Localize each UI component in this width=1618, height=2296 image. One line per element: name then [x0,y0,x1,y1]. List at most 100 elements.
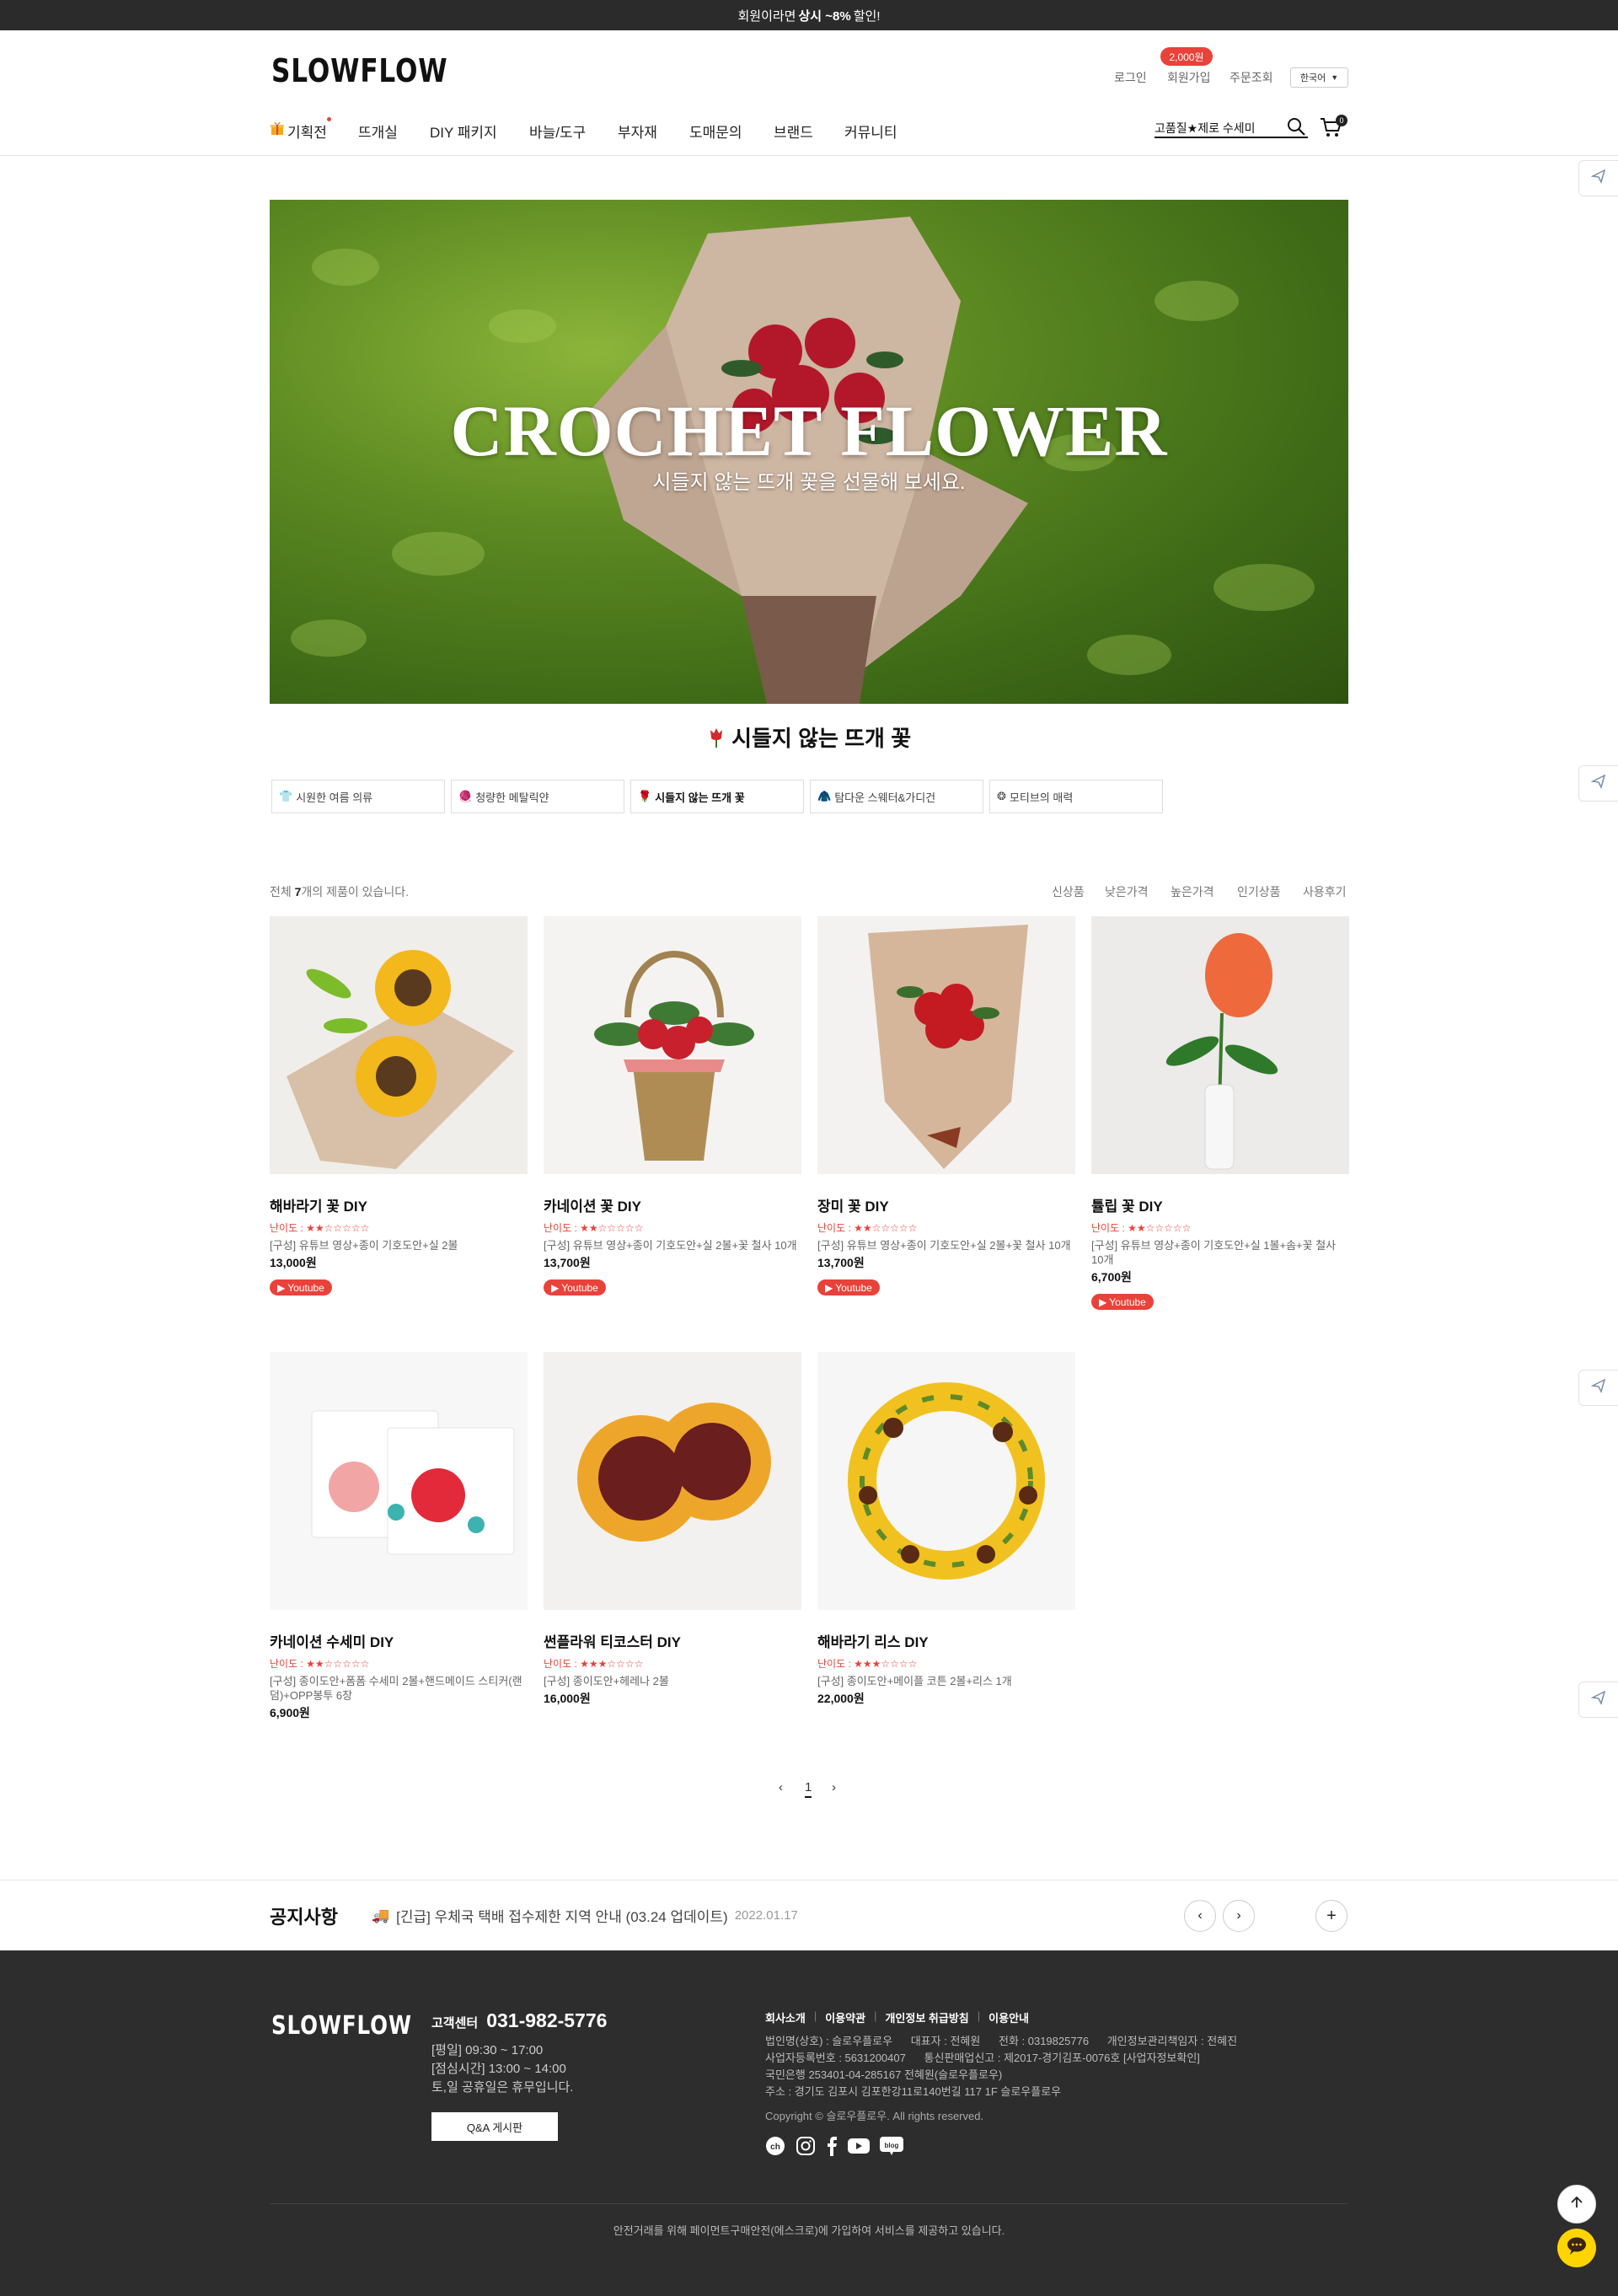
cs-phone[interactable]: 031-982-5776 [486,2009,607,2032]
product-name[interactable]: 카네이션 꽃 DIY [544,1194,801,1215]
scroll-top-button[interactable] [1557,2185,1596,2224]
product-difficulty: 난이도 : ★★☆☆☆☆☆ [1091,1222,1192,1234]
nav-item-community[interactable]: 커뮤니티 [844,121,897,142]
prev-page-icon[interactable]: ‹ [779,1780,783,1794]
shirt-icon: 👕 [279,790,293,802]
side-quick-button[interactable] [1578,765,1618,802]
nav-item-materials[interactable]: 부자재 [618,121,657,142]
section-title-text: 시들지 않는 뜨개 꽃 [731,726,912,751]
youtube-badge[interactable]: ▶ Youtube [817,1279,880,1296]
side-quick-button[interactable] [1578,160,1618,196]
channel-icon[interactable]: ch [765,2136,785,2160]
site-logo[interactable]: SLOWFLOW [271,52,447,89]
facebook-icon[interactable] [826,2136,838,2160]
hours-weekday: [평일] 09:30 ~ 17:00 [431,2043,544,2057]
product-name[interactable]: 카네이션 수세미 DIY [270,1630,528,1651]
nav-item-diy-package[interactable]: DIY 패키지 [430,121,497,142]
arrow-up-icon [1569,2195,1584,2214]
footer-link-company[interactable]: 회사소개 [765,2009,806,2025]
product-card[interactable]: 해바라기 꽃 DIY 난이도 : ★★☆☆☆☆☆ [구성] 유튜브 영상+종이 … [270,916,528,1296]
tab-label: 시들지 않는 뜨개 꽃 [655,791,745,804]
page-current[interactable]: 1 [805,1780,812,1798]
side-quick-button[interactable] [1578,1370,1618,1406]
sweater-icon: 🧥 [817,790,832,802]
chevron-left-icon: ‹ [1197,1908,1203,1923]
youtube-icon[interactable] [848,2138,870,2159]
nav-item-yarn[interactable]: 뜨개실 [358,121,398,142]
product-price: 6,900원 [270,1706,310,1719]
product-image[interactable] [1091,916,1349,1174]
search-icon[interactable] [1286,116,1306,141]
promo-topbar[interactable]: 회원이라면 상시 ~8% 할인! [0,0,1618,30]
product-name[interactable]: 해바라기 리스 DIY [817,1630,1075,1651]
tab-crochet-flower[interactable]: 🌹 시들지 않는 뜨개 꽃 [630,780,804,813]
youtube-badge[interactable]: ▶ Youtube [1091,1294,1154,1310]
product-name[interactable]: 해바라기 꽃 DIY [270,1194,528,1215]
notice-more-button[interactable]: + [1315,1900,1347,1932]
product-card[interactable]: 카네이션 수세미 DIY 난이도 : ★★☆☆☆☆☆ [구성] 종이도안+폼폼 … [270,1352,528,1721]
truck-icon: 🚚 [372,1907,390,1923]
chevron-right-icon: › [1236,1908,1241,1923]
sort-low-price[interactable]: 낮은가격 [1105,883,1149,900]
product-card[interactable]: 장미 꽃 DIY 난이도 : ★★☆☆☆☆☆ [구성] 유튜브 영상+종이 기호… [817,916,1075,1296]
tab-metallic-yarn[interactable]: 🧶 청량한 메탈릭얀 [451,780,624,813]
plane-icon [1590,1378,1606,1397]
youtube-badge[interactable]: ▶ Youtube [270,1279,332,1296]
product-name[interactable]: 썬플라워 티코스터 DIY [544,1630,801,1651]
login-link[interactable]: 로그인 [1114,69,1147,86]
notice-text[interactable]: [긴급] 우체국 택배 접수제한 지역 안내 (03.24 업데이트) [396,1905,728,1926]
header-divider [0,155,1618,156]
footer-link-guide[interactable]: 이용안내 [988,2009,1029,2025]
gift-icon [270,121,285,136]
sort-popular[interactable]: 인기상품 [1237,883,1281,900]
footer-link-terms[interactable]: 이용약관 [825,2009,865,2025]
side-quick-button[interactable] [1578,1682,1618,1718]
nav-item-wholesale[interactable]: 도매문의 [689,121,742,142]
nav-item-brand[interactable]: 브랜드 [774,121,813,142]
search-input[interactable]: 고품질★제로 수세미 [1155,115,1308,138]
notice-item[interactable]: 🚚 [긴급] 우체국 택배 접수제한 지역 안내 (03.24 업데이트) 20… [372,1905,798,1926]
product-card[interactable]: 카네이션 꽃 DIY 난이도 : ★★☆☆☆☆☆ [구성] 유튜브 영상+종이 … [544,916,801,1296]
product-name[interactable]: 튤립 꽃 DIY [1091,1194,1349,1215]
youtube-label: Youtube [287,1281,324,1294]
product-composition: [구성] 유튜브 영상+종이 기호도안+실 1볼+솜+꽃 철사 10개 [1091,1239,1337,1266]
footer-link-privacy[interactable]: 개인정보 취급방침 [885,2009,968,2025]
nav-item-needles-tools[interactable]: 바늘/도구 [529,121,586,142]
nav-item-promotion[interactable]: 기획전 [287,121,327,142]
join-link[interactable]: 회원가입 [1167,69,1211,86]
notice-next-button[interactable]: › [1223,1900,1255,1932]
qa-board-button[interactable]: Q&A 게시판 [431,2112,558,2141]
tab-motif[interactable]: ❂ 모티브의 매력 [989,780,1163,813]
notice-date: 2022.01.17 [734,1908,798,1923]
instagram-icon[interactable] [796,2136,816,2160]
count-prefix: 전체 [270,885,292,899]
product-image[interactable] [270,1352,528,1610]
notice-prev-button[interactable]: ‹ [1184,1900,1216,1932]
youtube-badge[interactable]: ▶ Youtube [544,1279,606,1296]
tab-sweater-cardigan[interactable]: 🧥 탐다운 스웨터&가디건 [810,780,983,813]
blog-icon[interactable]: blog [880,2137,903,2159]
footer-logo[interactable]: SLOWFLOW [271,2011,412,2041]
product-image[interactable] [544,1352,801,1610]
play-icon: ▶ [1099,1296,1107,1308]
sort-newest[interactable]: 신상품 [1052,883,1085,900]
promo-suffix: 할인! [853,8,881,24]
tab-summer-clothing[interactable]: 👕 시원한 여름 의류 [271,780,445,813]
kakao-chat-button[interactable] [1557,2229,1596,2267]
sort-reviews[interactable]: 사용후기 [1303,883,1347,900]
next-page-icon[interactable]: › [832,1780,836,1794]
product-name[interactable]: 장미 꽃 DIY [817,1194,1075,1215]
product-card[interactable]: 튤립 꽃 DIY 난이도 : ★★☆☆☆☆☆ [구성] 유튜브 영상+종이 기호… [1091,916,1349,1310]
product-card[interactable]: 썬플라워 티코스터 DIY 난이도 : ★★★☆☆☆☆ [구성] 종이도안+헤레… [544,1352,801,1707]
order-lookup-link[interactable]: 주문조회 [1230,69,1273,86]
product-image[interactable] [544,916,801,1174]
product-card[interactable]: 해바라기 리스 DIY 난이도 : ★★★☆☆☆☆ [구성] 종이도안+메이플 … [817,1352,1075,1707]
link-separator: | [977,2009,981,2022]
hours-holiday: 토,일 공휴일은 휴무입니다. [431,2080,574,2095]
language-select[interactable]: 한국어 ▼ [1290,67,1348,88]
product-image[interactable] [817,916,1075,1174]
hero-banner[interactable]: CROCHET FLOWER 시들지 않는 뜨개 꽃을 선물해 보세요. [270,200,1348,704]
product-image[interactable] [817,1352,1075,1610]
product-image[interactable] [270,916,528,1174]
sort-high-price[interactable]: 높은가격 [1171,883,1214,900]
